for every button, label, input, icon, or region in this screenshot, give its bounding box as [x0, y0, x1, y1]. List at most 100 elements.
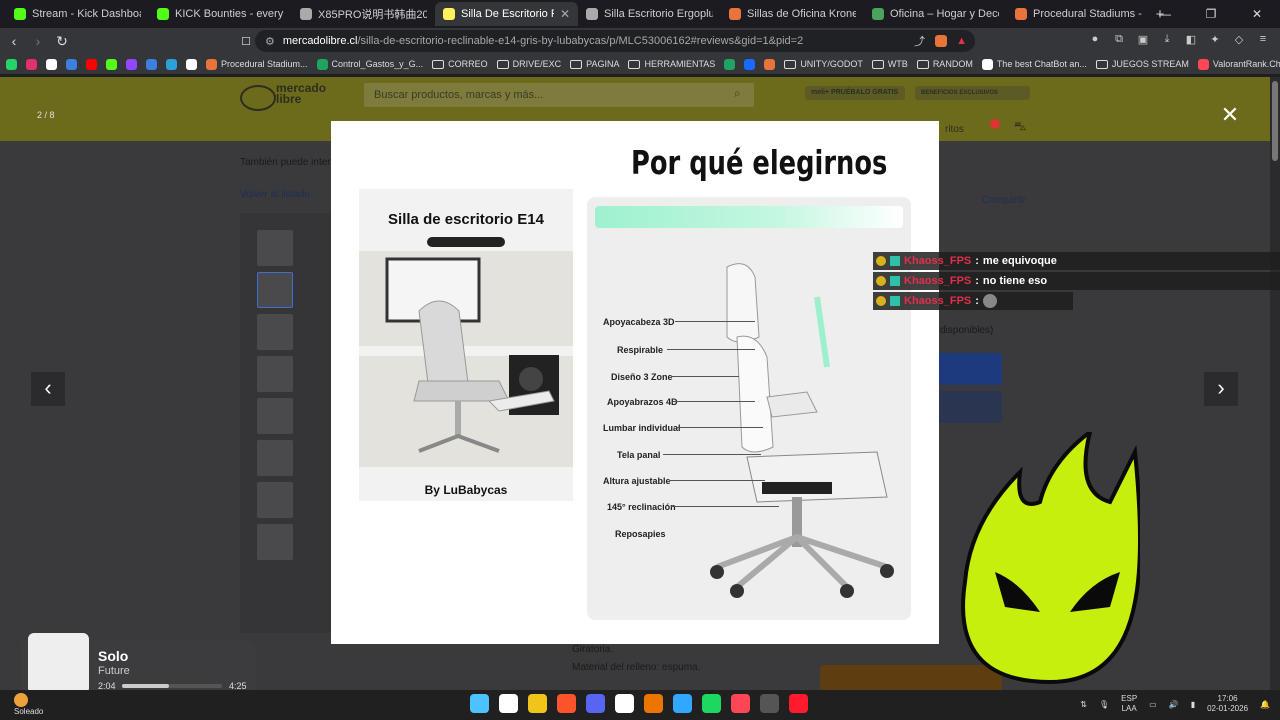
clock[interactable]: 17:06 02-01-2026 — [1207, 694, 1248, 714]
bookmark-item[interactable]: JUEGOS STREAM — [1095, 59, 1189, 69]
bookmark-item[interactable] — [86, 58, 97, 70]
profile-icon[interactable]: ● — [1088, 33, 1102, 47]
bookmark-item[interactable] — [724, 58, 736, 70]
bookmark-item[interactable] — [106, 58, 117, 70]
page-scrollbar[interactable] — [1270, 77, 1280, 690]
notification-icon[interactable] — [990, 119, 1000, 129]
vpn-icon[interactable]: ◇ — [1232, 33, 1246, 47]
download-icon[interactable]: ⤓ — [1160, 33, 1174, 47]
browser-tab[interactable]: X85PRO说明书韩曲20240603 — [292, 2, 435, 26]
bookmark-item[interactable] — [126, 58, 137, 70]
mercadolibre-logo[interactable]: mercado libre — [240, 82, 335, 111]
menu-icon[interactable]: ≡ — [1256, 33, 1270, 47]
previous-image-button[interactable]: ‹ — [31, 372, 65, 406]
close-tab-icon[interactable]: ✕ — [560, 7, 570, 21]
browser-tab[interactable]: Silla De Escritorio Reclinab ✕ — [435, 2, 578, 26]
bookmark-item[interactable] — [26, 58, 37, 70]
bookmark-item[interactable] — [166, 58, 177, 70]
gallery-thumbnail[interactable] — [257, 482, 293, 518]
bookmark-item[interactable] — [46, 58, 57, 70]
notion-icon[interactable] — [615, 694, 634, 713]
url-input[interactable]: ⚙ mercadolibre.cl/silla-de-escritorio-re… — [255, 30, 975, 52]
search-icon[interactable]: ⌕ — [734, 86, 741, 101]
brave-rewards-icon[interactable]: ▲ — [956, 35, 967, 47]
system-tray: ⇅ 🎙 ESP LAA ▭ 🔊 ▮ 17:06 02-01-2026 🔔 — [1080, 694, 1270, 714]
brave-icon[interactable] — [557, 694, 576, 713]
gallery-thumbnail[interactable] — [257, 524, 293, 560]
minimize-button[interactable]: — — [1142, 0, 1188, 28]
site-search-input[interactable]: Buscar productos, marcas y más... — [364, 83, 754, 107]
header-link-favorites[interactable]: ritos — [945, 124, 964, 135]
bookmark-label: HERRAMIENTAS — [644, 59, 716, 69]
display-icon[interactable]: ▭ — [1149, 700, 1157, 709]
share-link[interactable]: Compartir — [982, 195, 1026, 206]
microphone-icon[interactable]: 🎙 — [1099, 700, 1109, 709]
bookmark-item[interactable] — [66, 58, 77, 70]
bookmark-item[interactable]: Procedural Stadium... — [206, 58, 308, 70]
volume-icon[interactable]: 🔊 — [1169, 700, 1179, 709]
discord-icon[interactable] — [586, 694, 605, 713]
windows-icon[interactable] — [470, 694, 489, 713]
obs-icon[interactable] — [760, 694, 779, 713]
files-icon[interactable] — [528, 694, 547, 713]
browser-tab[interactable]: Sillas de Oficina Krone Signatu — [721, 2, 864, 26]
browser-tab[interactable]: Procedural Stadiums - Superhe — [1007, 2, 1150, 26]
bookmark-item[interactable]: CORREO — [432, 59, 488, 69]
spotify-icon[interactable] — [702, 694, 721, 713]
notification-bell-icon[interactable]: 🔔 — [1260, 700, 1270, 709]
bookmark-item[interactable]: ValorantRank.Chat — [1197, 58, 1280, 70]
bookmark-item[interactable]: PAGINA — [570, 59, 619, 69]
bookmark-item[interactable]: UNITY/GODOT — [784, 59, 863, 69]
search-icon[interactable] — [499, 694, 518, 713]
bookmark-item[interactable]: WTB — [871, 59, 908, 69]
language-indicator[interactable]: ESP LAA — [1121, 694, 1137, 714]
bookmark-icon[interactable]: ☐ — [236, 35, 256, 48]
opera-icon[interactable] — [789, 694, 808, 713]
next-image-button[interactable]: › — [1204, 372, 1238, 406]
cart-icon[interactable]: ⛍ — [1014, 119, 1026, 135]
sidebar-icon[interactable]: ◧ — [1184, 33, 1198, 47]
gallery-thumbnail[interactable] — [257, 230, 293, 266]
restore-button[interactable]: ❐ — [1188, 0, 1234, 28]
weather-widget[interactable]: Soleado — [14, 693, 43, 716]
bookmark-item[interactable] — [6, 58, 17, 70]
close-window-button[interactable]: ✕ — [1234, 0, 1280, 28]
valorant-icon[interactable] — [731, 694, 750, 713]
share-icon[interactable]: ⤴ — [914, 33, 925, 49]
bookmark-item[interactable]: The best ChatBot an... — [981, 58, 1087, 70]
browser-tab[interactable]: KICK Bounties - every player fo — [149, 2, 292, 26]
meli-plus-banner[interactable]: meli+ PRUÉBALO GRATIS — [805, 86, 905, 100]
gallery-thumbnail[interactable] — [257, 272, 293, 308]
bookmark-item[interactable]: Control_Gastos_y_G... — [316, 58, 423, 70]
benefits-banner[interactable]: BENEFICIOS EXCLUSIVOS — [915, 86, 1030, 100]
progress-bar[interactable] — [122, 684, 222, 688]
browser-tab[interactable]: Oficina – Hogar y Deco Ideas — [864, 2, 1007, 26]
site-info-icon[interactable]: ⚙ — [265, 35, 275, 48]
extensions-icon[interactable]: ⧉ — [1112, 33, 1126, 47]
blender-icon[interactable] — [644, 694, 663, 713]
brave-shield-icon[interactable] — [935, 35, 947, 47]
gallery-thumbnail[interactable] — [257, 314, 293, 350]
bookmark-item[interactable] — [764, 58, 776, 70]
browser-tab[interactable]: Silla Escritorio Ergoplus gris - T — [578, 2, 721, 26]
wallet-icon[interactable]: ▣ — [1136, 33, 1150, 47]
bookmark-item[interactable] — [186, 58, 197, 70]
bookmark-item[interactable]: RANDOM — [916, 59, 973, 69]
gallery-thumbnail[interactable] — [257, 356, 293, 392]
bookmark-item[interactable]: HERRAMIENTAS — [628, 59, 715, 69]
battery-icon[interactable]: ▮ — [1191, 700, 1195, 709]
bookmark-item[interactable] — [146, 58, 157, 70]
gallery-thumbnail[interactable] — [257, 398, 293, 434]
leo-icon[interactable]: ✦ — [1208, 33, 1222, 47]
browser-tab[interactable]: Stream - Kick Dashboard — [6, 2, 149, 26]
back-button[interactable]: ‹ — [4, 33, 24, 49]
reload-button[interactable]: ↻ — [52, 33, 72, 50]
network-icon[interactable]: ⇅ — [1080, 700, 1087, 709]
bookmark-item[interactable]: DRIVE/EXC — [496, 59, 561, 69]
forward-button[interactable]: › — [28, 33, 48, 49]
close-lightbox-button[interactable]: ✕ — [1218, 104, 1242, 128]
gallery-thumbnail[interactable] — [257, 440, 293, 476]
back-to-list-link[interactable]: Volver al listado — [240, 189, 310, 200]
bookmark-item[interactable] — [744, 58, 756, 70]
photoshop-icon[interactable] — [673, 694, 692, 713]
